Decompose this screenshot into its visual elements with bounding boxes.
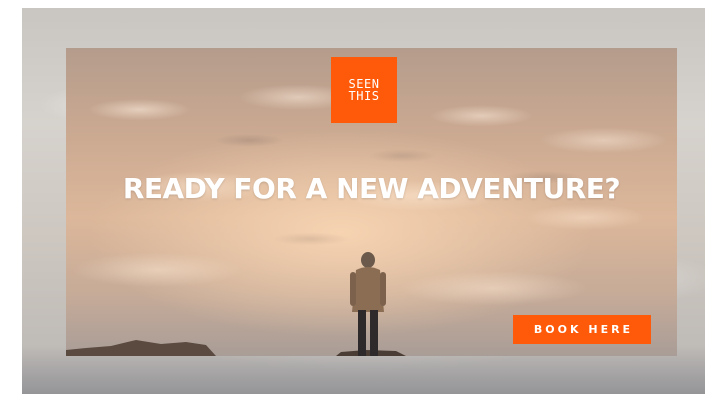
- seenthis-logo: SEEN THIS: [331, 57, 397, 123]
- book-here-button[interactable]: BOOK HERE: [513, 315, 651, 344]
- hiker-figure: [350, 252, 386, 356]
- ad-headline: READY FOR A NEW ADVENTURE?: [122, 172, 621, 205]
- logo-line-2: THIS: [348, 89, 380, 103]
